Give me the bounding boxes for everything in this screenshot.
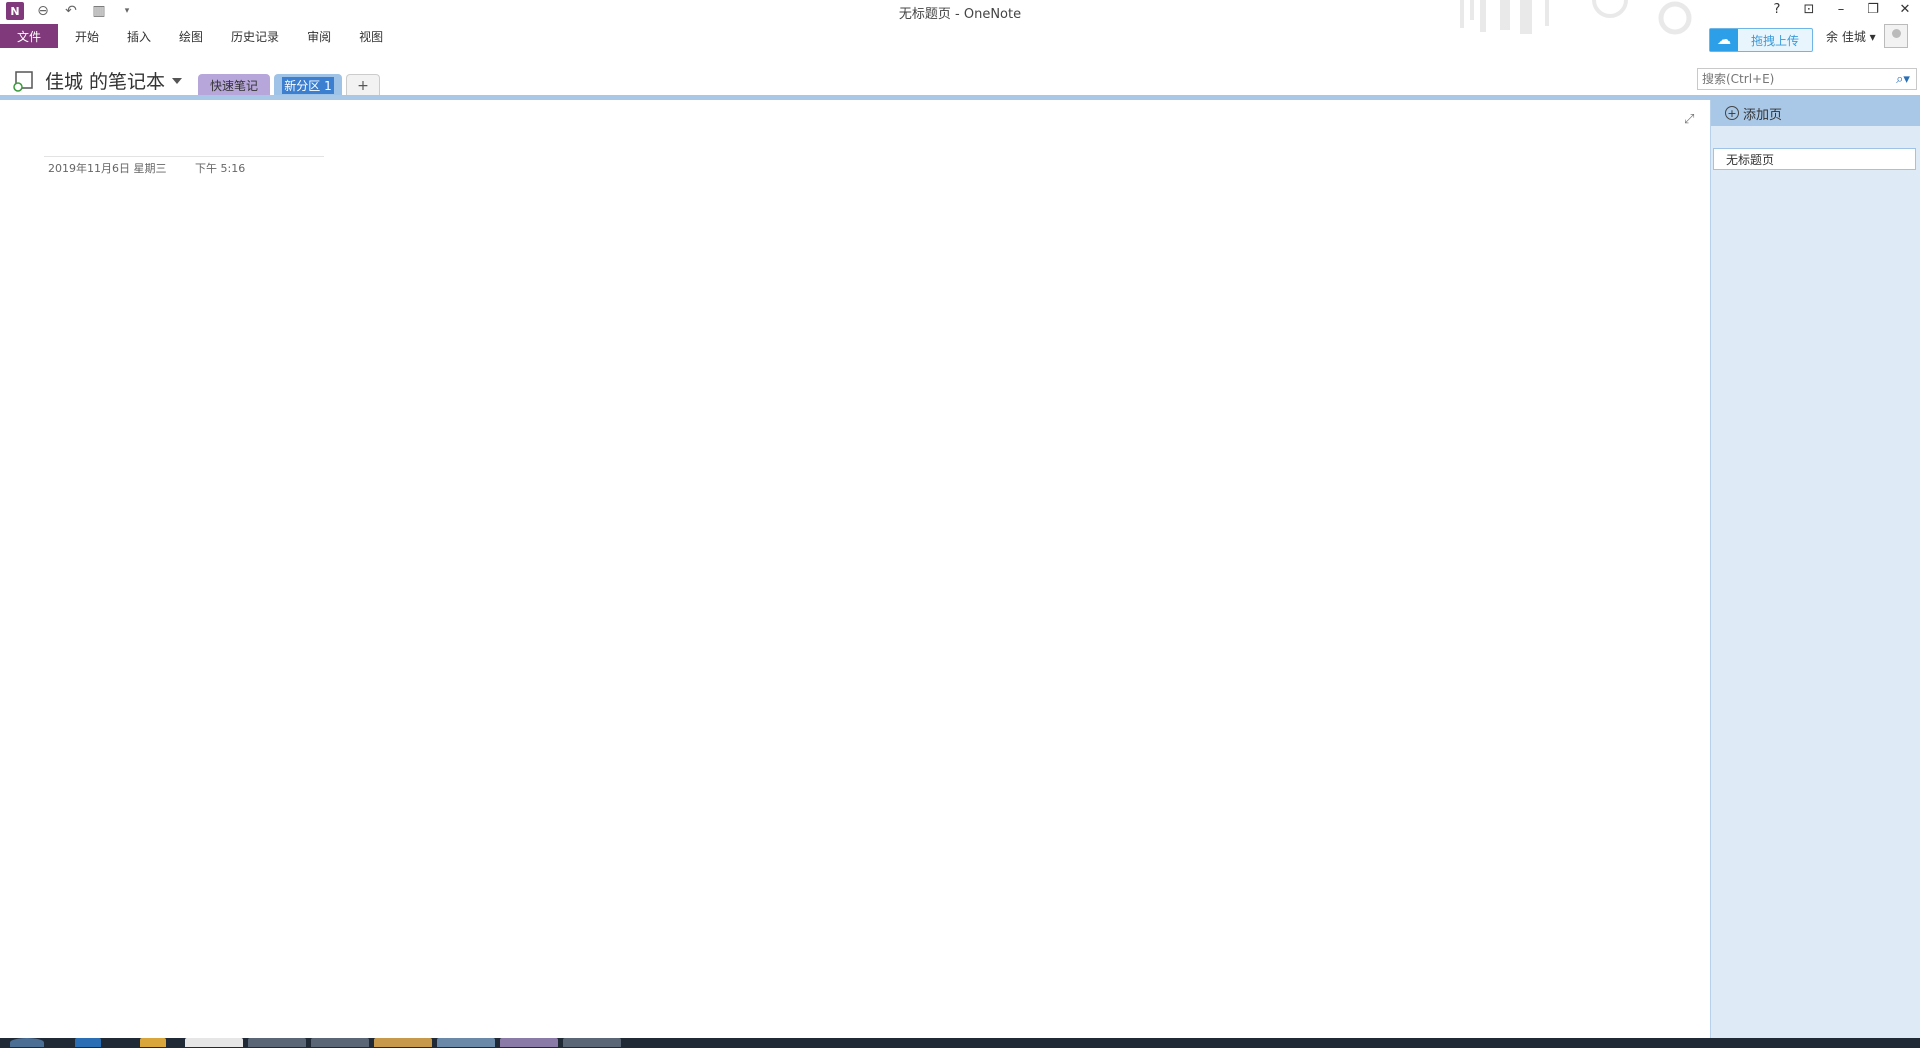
restore-icon[interactable]: ❐: [1866, 2, 1880, 17]
add-page-label: 添加页: [1743, 107, 1783, 123]
window-controls: ? ⊡ – ❐ ✕: [1770, 2, 1912, 17]
taskbar-item[interactable]: [10, 1038, 44, 1047]
taskbar-item[interactable]: [75, 1038, 101, 1047]
taskbar-item[interactable]: [311, 1038, 369, 1047]
minimize-icon[interactable]: –: [1834, 2, 1848, 17]
section-tab-label: 新分区 1: [282, 76, 334, 94]
taskbar-item[interactable]: [374, 1038, 432, 1047]
section-tab-new-section[interactable]: 新分区 1: [274, 74, 342, 96]
ribbon-display-icon[interactable]: ⊡: [1802, 2, 1816, 17]
page-list-pane: + 添加页 无标题页: [1710, 100, 1920, 1038]
user-menu[interactable]: 余 佳城 ▾: [1826, 28, 1876, 45]
tab-home[interactable]: 开始: [75, 28, 99, 45]
upload-label: 拖拽上传: [1750, 33, 1799, 48]
ribbon-tabs: 文件 开始 插入 绘图 历史记录 审阅 视图: [0, 24, 1920, 50]
tab-review[interactable]: 审阅: [307, 28, 331, 45]
help-icon[interactable]: ?: [1770, 2, 1784, 17]
cloud-icon: ☁: [1710, 29, 1738, 51]
taskbar-item[interactable]: [437, 1038, 495, 1047]
tab-insert[interactable]: 插入: [127, 28, 151, 45]
chevron-down-icon[interactable]: [172, 78, 182, 84]
add-page-button[interactable]: + 添加页: [1711, 100, 1920, 126]
section-tab-quick-notes[interactable]: 快速笔记: [198, 74, 270, 96]
taskbar-item[interactable]: [248, 1038, 306, 1047]
taskbar: [0, 1038, 1920, 1048]
tab-history[interactable]: 历史记录: [231, 28, 279, 45]
expand-icon[interactable]: ⤢: [1684, 112, 1694, 127]
tab-draw[interactable]: 绘图: [179, 28, 203, 45]
plus-circle-icon: +: [1725, 106, 1739, 120]
search-box[interactable]: ⌕▾: [1697, 68, 1917, 90]
close-icon[interactable]: ✕: [1898, 2, 1912, 17]
search-input[interactable]: [1698, 72, 1890, 86]
taskbar-item[interactable]: [185, 1038, 243, 1047]
taskbar-item[interactable]: [500, 1038, 558, 1047]
notebook-icon[interactable]: [12, 70, 36, 92]
avatar[interactable]: [1884, 24, 1908, 48]
tab-file[interactable]: 文件: [0, 24, 58, 48]
taskbar-item[interactable]: [140, 1038, 166, 1047]
notebook-title[interactable]: 佳城 的笔记本: [45, 67, 165, 94]
upload-button[interactable]: ☁ 拖拽上传: [1709, 28, 1813, 52]
title-bar: N ⊖ ↶ ▥ ▾ 无标题页 - OneNote ? ⊡ – ❐ ✕: [0, 0, 1920, 35]
page-list-item[interactable]: 无标题页: [1713, 148, 1916, 170]
add-section-button[interactable]: +: [346, 74, 380, 96]
page-time: 下午 5:16: [195, 162, 246, 175]
page-date: 2019年11月6日 星期三: [48, 162, 167, 175]
search-icon[interactable]: ⌕▾: [1890, 72, 1916, 87]
taskbar-item[interactable]: [563, 1038, 621, 1047]
page-canvas[interactable]: [0, 100, 1710, 1038]
page-title-line: [44, 156, 324, 157]
tab-view[interactable]: 视图: [359, 28, 383, 45]
